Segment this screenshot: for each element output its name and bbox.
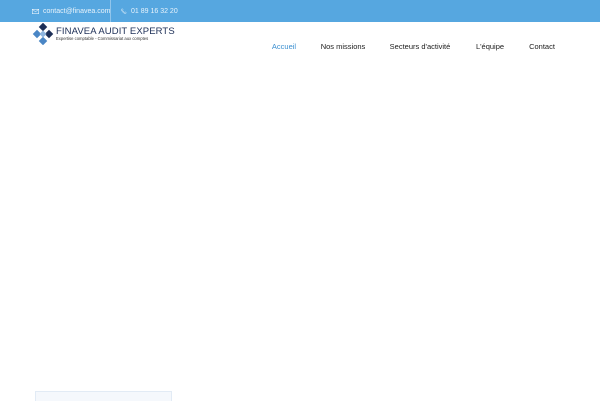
nav-item-nos-missions[interactable]: Nos missions xyxy=(321,42,366,51)
topbar-divider xyxy=(110,0,111,22)
nav-item-contact[interactable]: Contact xyxy=(529,42,555,51)
logo-mark-icon xyxy=(32,22,54,46)
nav-item-equipe[interactable]: L'équipe xyxy=(476,42,504,51)
mail-icon xyxy=(32,8,39,14)
phone-contact[interactable]: 01 89 16 32 20 xyxy=(121,0,178,22)
logo-title: FINAVEA AUDIT EXPERTS xyxy=(56,25,175,37)
nav-item-secteurs-activite[interactable]: Secteurs d'activité xyxy=(390,42,451,51)
phone-text[interactable]: 01 89 16 32 20 xyxy=(131,8,178,15)
hero-section xyxy=(0,72,600,400)
top-contact-bar: contact@finavea.com 01 89 16 32 20 xyxy=(0,0,600,22)
site-header: FINAVEA AUDIT EXPERTS Expertise comptabl… xyxy=(0,22,600,72)
phone-icon xyxy=(121,8,127,14)
nav-item-accueil[interactable]: Accueil xyxy=(272,42,296,51)
logo-tagline: Expertise comptable - Commissariat aux c… xyxy=(56,36,149,42)
email-contact[interactable]: contact@finavea.com xyxy=(32,0,110,22)
email-text[interactable]: contact@finavea.com xyxy=(43,8,110,15)
site-logo[interactable]: FINAVEA AUDIT EXPERTS Expertise comptabl… xyxy=(32,22,175,46)
